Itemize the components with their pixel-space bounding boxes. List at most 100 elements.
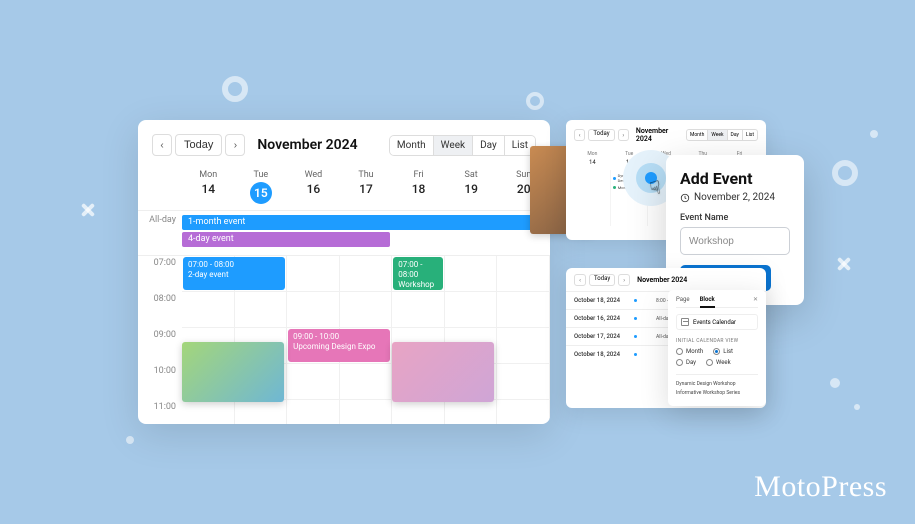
view-week-button[interactable]: Week: [707, 130, 726, 140]
time-slot[interactable]: [445, 292, 498, 328]
calendar-title: November 2024: [636, 127, 683, 143]
hour-label: 10:00: [138, 364, 182, 400]
next-button[interactable]: ›: [225, 134, 245, 156]
hour-label: 08:00: [138, 292, 182, 328]
view-day-button[interactable]: Day: [727, 130, 742, 140]
section-label: Initial Calendar View: [676, 338, 758, 344]
time-slot[interactable]: [392, 400, 445, 424]
view-month-button[interactable]: Month: [687, 130, 707, 140]
tab-block[interactable]: Block: [700, 296, 715, 308]
calendar-main-card: ‹ Today › November 2024 Month Week Day L…: [138, 120, 550, 424]
hour-label: 09:00: [138, 328, 182, 364]
day-name: Wed: [287, 170, 340, 180]
prev-button[interactable]: ‹: [152, 134, 172, 156]
deco-dot: [870, 130, 878, 138]
time-slot[interactable]: [287, 400, 340, 424]
calendar-event[interactable]: 07:00 - 08:002-day event: [183, 257, 285, 290]
event-name-label: Event Name: [680, 213, 790, 223]
clock-icon: [680, 193, 690, 203]
view-week-button[interactable]: Week: [433, 136, 472, 155]
view-switch-group: Month Week Day List: [389, 135, 536, 156]
deco-circle: [526, 92, 544, 110]
today-button[interactable]: Today: [588, 129, 614, 141]
view-list-button[interactable]: List: [742, 130, 757, 140]
day-header-row: Mon14 Tue15 Wed16 Thu17 Fri18 Sat19 Sun2…: [138, 166, 550, 210]
deco-circle: [832, 160, 858, 186]
day-name: Sat: [445, 170, 498, 180]
deco-dot: [126, 436, 134, 444]
day-num-today: 15: [250, 182, 272, 204]
panel-text-line: Informative Workshop Series: [676, 389, 758, 398]
radio-month[interactable]: Month: [676, 348, 703, 355]
prev-button[interactable]: ‹: [574, 129, 585, 141]
time-slot[interactable]: [497, 364, 550, 400]
day-num: 14: [182, 182, 235, 196]
event-image-yoga: [392, 342, 494, 402]
time-slot[interactable]: [445, 400, 498, 424]
deco-x: [836, 256, 852, 272]
day-name: Tue: [235, 170, 288, 180]
time-slot[interactable]: [235, 292, 288, 328]
hour-label: 11:00: [138, 400, 182, 424]
radio-day[interactable]: Day: [676, 359, 696, 366]
time-slot[interactable]: [235, 400, 288, 424]
tab-page[interactable]: Page: [676, 296, 690, 303]
allday-event-bar[interactable]: 1-month event: [182, 215, 548, 230]
day-name: Mon: [574, 149, 611, 159]
time-slot[interactable]: [287, 256, 340, 292]
day-name: Fri: [392, 170, 445, 180]
next-button[interactable]: ›: [618, 129, 629, 141]
time-slot[interactable]: [445, 256, 498, 292]
day-num: 14: [574, 159, 611, 166]
time-slot[interactable]: [182, 292, 235, 328]
time-slot[interactable]: [497, 256, 550, 292]
radio-list[interactable]: List: [713, 348, 733, 355]
today-button[interactable]: Today: [589, 274, 615, 286]
panel-text-line: Dynamic Design Workshop: [676, 380, 758, 389]
time-slot[interactable]: [497, 400, 550, 424]
list-date: October 18, 2024: [574, 297, 634, 304]
event-name-input[interactable]: [680, 227, 790, 255]
prev-button[interactable]: ‹: [574, 274, 586, 286]
view-day-button[interactable]: Day: [472, 136, 504, 155]
day-num: 19: [445, 182, 498, 196]
deco-x: [80, 202, 96, 218]
day-name: Thu: [340, 170, 393, 180]
close-icon[interactable]: ✕: [753, 296, 758, 303]
calendar-event[interactable]: 09:00 - 10:00Upcoming Design Expo: [288, 329, 390, 362]
allday-event-bar[interactable]: 4-day event: [182, 232, 390, 247]
deco-circle: [222, 76, 248, 102]
next-button[interactable]: ›: [618, 274, 630, 286]
hour-label: 07:00: [138, 256, 182, 292]
time-slot[interactable]: [392, 292, 445, 328]
time-slot[interactable]: [182, 400, 235, 424]
popover-title: Add Event: [680, 169, 790, 188]
time-slot[interactable]: [340, 400, 393, 424]
block-item[interactable]: Events Calendar: [676, 314, 758, 330]
list-date: October 18, 2024: [574, 351, 634, 358]
today-button[interactable]: Today: [175, 134, 222, 156]
calendar-header: ‹ Today › November 2024 Month Week Day L…: [138, 134, 550, 166]
day-num: 17: [340, 182, 393, 196]
time-slot[interactable]: [340, 256, 393, 292]
calendar-title: November 2024: [637, 276, 687, 284]
time-slot[interactable]: [287, 292, 340, 328]
radio-week[interactable]: Week: [706, 359, 731, 366]
time-slot[interactable]: [497, 328, 550, 364]
list-date: October 16, 2024: [574, 315, 634, 322]
time-slot[interactable]: [340, 364, 393, 400]
time-slot[interactable]: [497, 292, 550, 328]
popover-date: November 2, 2024: [680, 192, 790, 203]
time-slot[interactable]: [287, 364, 340, 400]
time-slot[interactable]: [340, 292, 393, 328]
calendar-event[interactable]: 07:00 - 08:00Workshop: [393, 257, 443, 290]
list-date: October 17, 2024: [574, 333, 634, 340]
day-num: 16: [287, 182, 340, 196]
block-item-label: Events Calendar: [693, 319, 736, 326]
view-month-button[interactable]: Month: [390, 136, 433, 155]
allday-label: All-day: [138, 215, 182, 225]
day-num: 18: [392, 182, 445, 196]
day-name: Mon: [182, 170, 235, 180]
calendar-icon: [681, 318, 689, 326]
brand-wordmark: MotoPress: [754, 470, 887, 504]
